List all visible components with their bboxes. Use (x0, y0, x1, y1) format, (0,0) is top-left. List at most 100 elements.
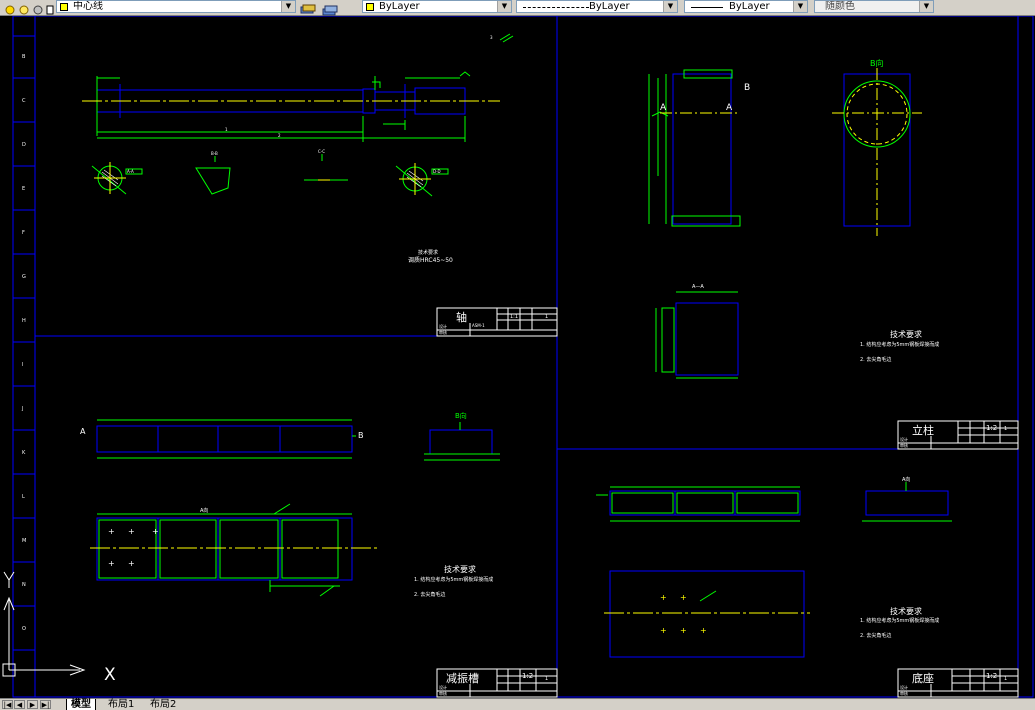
shaft-title-block: 轴 1:1 1 设计 审核 ASM-1 (436, 307, 558, 337)
svg-text:+: + (660, 593, 667, 602)
title-block-name: 立柱 (912, 423, 934, 437)
row-label: L (22, 494, 25, 500)
chevron-down-icon[interactable]: ▼ (281, 1, 295, 12)
svg-text:2: 2 (278, 133, 281, 138)
damper-title-block: 减振槽 1:2 1 设计 审核 (436, 668, 558, 698)
layer-color-swatch (60, 3, 68, 11)
ucs-x-label: X (104, 665, 116, 685)
tab-model[interactable]: 模型 (66, 699, 96, 710)
section-label: B-B (211, 151, 218, 156)
model-space-canvas[interactable]: B C D E F G H I J K L M N O 1 2 3 A-A B-… (0, 15, 1035, 698)
row-label: F (22, 230, 25, 236)
row-label: E (22, 186, 25, 192)
title-block-qty: 1 (545, 676, 548, 682)
damper-view-label: A向 (200, 507, 208, 514)
column-sheet: A A B B向 A—A 技术要求 1. 结构应考虑为5mm钢板焊接而成 2. 去… (648, 58, 1019, 450)
title-block-drawn: 设计 (900, 436, 908, 442)
make-layer-current-icon[interactable] (300, 1, 316, 14)
column-view-label: A—A (692, 284, 704, 290)
chevron-down-icon[interactable]: ▼ (497, 1, 511, 12)
row-label: K (22, 450, 26, 456)
title-block-qty: 1 (1004, 426, 1007, 432)
last-tab-icon[interactable]: ▶| (40, 700, 51, 709)
title-block-drawn: 设计 (439, 684, 447, 690)
title-block-scale: 1:2 (986, 424, 997, 432)
title-block-name: 减振槽 (446, 671, 479, 685)
color-dropdown[interactable]: ByLayer ▼ (362, 0, 512, 13)
title-block-checked: 审核 (900, 442, 908, 448)
chevron-down-icon[interactable]: ▼ (663, 1, 677, 12)
base-sheet: + + + + + A向 技术要求 1. 结构应考虑为5mm钢板焊接而成 2. 去尖… (596, 476, 1019, 698)
row-label: D (22, 142, 26, 148)
tab-layout1[interactable]: 布局1 (104, 699, 138, 710)
shaft-tech-title: 技术要求 (418, 249, 438, 256)
layer-name: 中心线 (73, 1, 103, 12)
damper-tech-note-1: 1. 结构应考虑为5mm钢板焊接而成 (414, 576, 493, 583)
drawing-svg: B C D E F G H I J K L M N O 123 A-A B-B … (2, 15, 1034, 698)
next-tab-icon[interactable]: ▶ (27, 700, 38, 709)
column-section-label: B向 (870, 58, 884, 68)
title-block-checked: 审核 (900, 690, 908, 696)
title-block-scale: 1:2 (522, 672, 533, 680)
base-tech-title: 技术要求 (890, 606, 922, 616)
shaft-dim-texts: 1 2 3 (225, 35, 493, 138)
layout-tabs-bar: |◀ ◀ ▶ ▶| 模型 布局1 布局2 (0, 698, 1035, 710)
row-label: J (21, 406, 23, 412)
column-tech-title: 技术要求 (890, 329, 922, 339)
title-block-qty: 1 (545, 314, 548, 320)
title-block-scale: 1:2 (986, 672, 997, 680)
layer-on-icon[interactable] (4, 1, 16, 15)
border-ruler (13, 35, 35, 651)
shaft-section-views: A-A B-B C-C D-D (91, 149, 449, 197)
title-block-checked: 审核 (439, 690, 447, 696)
svg-text:A: A (726, 103, 733, 113)
prev-tab-icon[interactable]: ◀ (14, 700, 25, 709)
layer-freeze-icon[interactable] (18, 1, 30, 15)
damper-sheet: A B + + + + + B向 A向 技术要求 1. 结构应考虑为5mm钢板焊接而成… (80, 411, 558, 698)
layer-lock-icon[interactable] (44, 1, 56, 15)
damper-tech-title: 技术要求 (444, 564, 476, 574)
chevron-down-icon[interactable]: ▼ (919, 1, 933, 12)
base-view-label: A向 (902, 476, 910, 483)
column-title-block: 立柱 1:2 1 设计 审核 (897, 420, 1019, 450)
base-tech-note-1: 1. 结构应考虑为5mm钢板焊接而成 (860, 617, 939, 624)
svg-text:+: + (108, 527, 115, 536)
row-label: O (22, 626, 26, 632)
row-label: B (22, 54, 26, 60)
linetype-preview (523, 7, 589, 8)
column-tech-note-1: 1. 结构应考虑为5mm钢板焊接而成 (860, 341, 939, 348)
svg-text:B: B (744, 83, 750, 93)
svg-text:+: + (680, 626, 687, 635)
title-block-name: 底座 (912, 671, 934, 685)
svg-text:+: + (152, 527, 159, 536)
lineweight-preview (691, 7, 723, 8)
color-value: ByLayer (379, 1, 420, 12)
chevron-down-icon[interactable]: ▼ (793, 1, 807, 12)
title-block-scale: 1:1 (510, 314, 518, 320)
row-label: I (22, 362, 23, 368)
tab-layout2[interactable]: 布局2 (146, 699, 180, 710)
svg-text:A: A (660, 103, 667, 113)
plotstyle-dropdown[interactable]: 随颜色 ▼ (814, 0, 934, 13)
svg-text:1: 1 (225, 127, 228, 132)
svg-text:+: + (660, 626, 667, 635)
row-label: N (22, 582, 26, 588)
layer-color-icon[interactable] (32, 1, 44, 15)
layer-previous-icon[interactable] (322, 1, 338, 16)
section-label: A-A (127, 169, 134, 174)
svg-text:A: A (80, 427, 86, 436)
first-tab-icon[interactable]: |◀ (2, 700, 13, 709)
lineweight-dropdown[interactable]: ByLayer ▼ (684, 0, 808, 13)
layer-dropdown[interactable]: 中心线 ▼ (56, 0, 296, 13)
linetype-dropdown[interactable]: ByLayer ▼ (516, 0, 678, 13)
plotstyle-value: 随颜色 (825, 1, 855, 12)
shaft-tech-note: 调质HRC45~50 (408, 256, 453, 264)
svg-text:+: + (700, 626, 707, 635)
title-block-checked: 审核 (439, 329, 447, 335)
base-title-block: 底座 1:2 1 设计 审核 (897, 668, 1019, 698)
svg-text:+: + (108, 559, 115, 568)
linetype-value: ByLayer (589, 1, 630, 12)
svg-text:B: B (358, 431, 364, 440)
row-label: M (22, 538, 26, 544)
row-label: H (22, 318, 26, 324)
